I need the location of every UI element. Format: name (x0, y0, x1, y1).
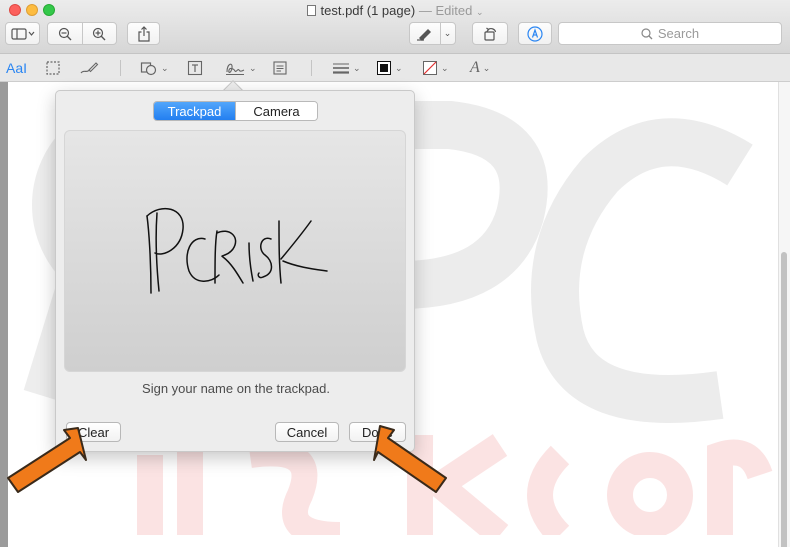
document-icon (306, 5, 316, 16)
signature-pad[interactable] (64, 130, 406, 372)
zoom-out-button[interactable] (48, 27, 82, 41)
text-selection-icon: Aa⁢I (6, 60, 28, 76)
chevron-down-icon: ⌄ (482, 62, 491, 73)
chevron-down-icon: ⌄ (353, 62, 361, 73)
share-icon (137, 25, 150, 42)
line-style-tool[interactable]: ⌄ (332, 58, 361, 78)
share-button[interactable] (127, 22, 160, 45)
rectangular-selection-icon (46, 61, 60, 75)
markup-pen-icon (527, 25, 543, 42)
search-field[interactable]: Search (558, 22, 782, 45)
note-tool[interactable] (272, 58, 288, 78)
markup-toolbar-button[interactable] (518, 22, 552, 45)
chevron-down-icon: ⌄ (249, 62, 257, 73)
sketch-tool[interactable] (79, 58, 99, 78)
capture-mode-selector: Trackpad Camera (153, 101, 318, 121)
fill-color-icon (423, 61, 437, 75)
signature-tool[interactable]: ⌄ (224, 58, 257, 78)
sketch-icon (80, 62, 99, 74)
search-placeholder: Search (657, 26, 700, 41)
chevron-down-icon: ⌄ (475, 7, 484, 17)
signature-icon (226, 63, 245, 75)
text-style-icon: A (470, 59, 480, 76)
cancel-button[interactable]: Cancel (275, 422, 339, 442)
sidebar-toggle-button[interactable] (5, 22, 40, 45)
tab-trackpad[interactable]: Trackpad (154, 102, 235, 120)
rotate-button[interactable] (472, 22, 508, 45)
shapes-icon (140, 62, 157, 76)
annotation-arrow-clear (7, 427, 87, 493)
annotation-arrow-done (373, 425, 447, 493)
text-box-icon (187, 60, 203, 76)
sidebar-icon (10, 27, 34, 40)
window-filename: test.pdf (1 page) (320, 3, 416, 18)
chevron-down-icon: ⌄ (395, 62, 403, 73)
highlight-button[interactable] (410, 27, 440, 41)
chevron-down-icon: ⌄ (161, 62, 169, 73)
shapes-tool[interactable]: ⌄ (140, 58, 169, 78)
zoom-out-icon (58, 27, 72, 40)
search-icon (641, 27, 653, 39)
signature-popover: Trackpad Camera Sign your name on the tr… (55, 90, 415, 452)
border-color-icon (377, 61, 391, 75)
highlight-options-button[interactable]: ⌄ (440, 28, 455, 39)
vertical-scrollbar[interactable] (778, 82, 790, 547)
chevron-down-icon: ⌄ (441, 62, 449, 73)
rectangular-selection-tool[interactable] (45, 58, 61, 78)
window-separator: — (418, 3, 432, 18)
note-icon (273, 61, 287, 75)
highlight-control: ⌄ (409, 22, 456, 45)
rotate-icon (484, 27, 497, 41)
text-box-tool[interactable] (187, 58, 203, 78)
signature-instruction: Sign your name on the trackpad. (142, 381, 330, 396)
zoom-in-button[interactable] (82, 27, 116, 41)
fill-color-tool[interactable]: ⌄ (422, 58, 449, 78)
window-titlebar: test.pdf (1 page) — Edited ⌄ ⌄ Search (0, 0, 790, 54)
tab-camera[interactable]: Camera (235, 102, 317, 120)
chevron-down-icon: ⌄ (443, 28, 452, 38)
border-color-tool[interactable]: ⌄ (376, 58, 403, 78)
zoom-control (47, 22, 117, 45)
highlighter-icon (417, 28, 431, 41)
window-title[interactable]: test.pdf (1 page) — Edited ⌄ (0, 3, 790, 18)
window-edited-label: Edited (435, 3, 473, 18)
scrollbar-thumb[interactable] (781, 252, 787, 547)
text-selection-tool[interactable]: Aa⁢I (6, 58, 27, 78)
handwritten-signature (146, 207, 328, 294)
zoom-in-icon (92, 27, 106, 40)
text-style-tool[interactable]: A ⌄ (470, 58, 490, 78)
line-style-icon (333, 63, 349, 74)
markup-toolbar: Aa⁢I ⌄ ⌄ (0, 54, 790, 82)
